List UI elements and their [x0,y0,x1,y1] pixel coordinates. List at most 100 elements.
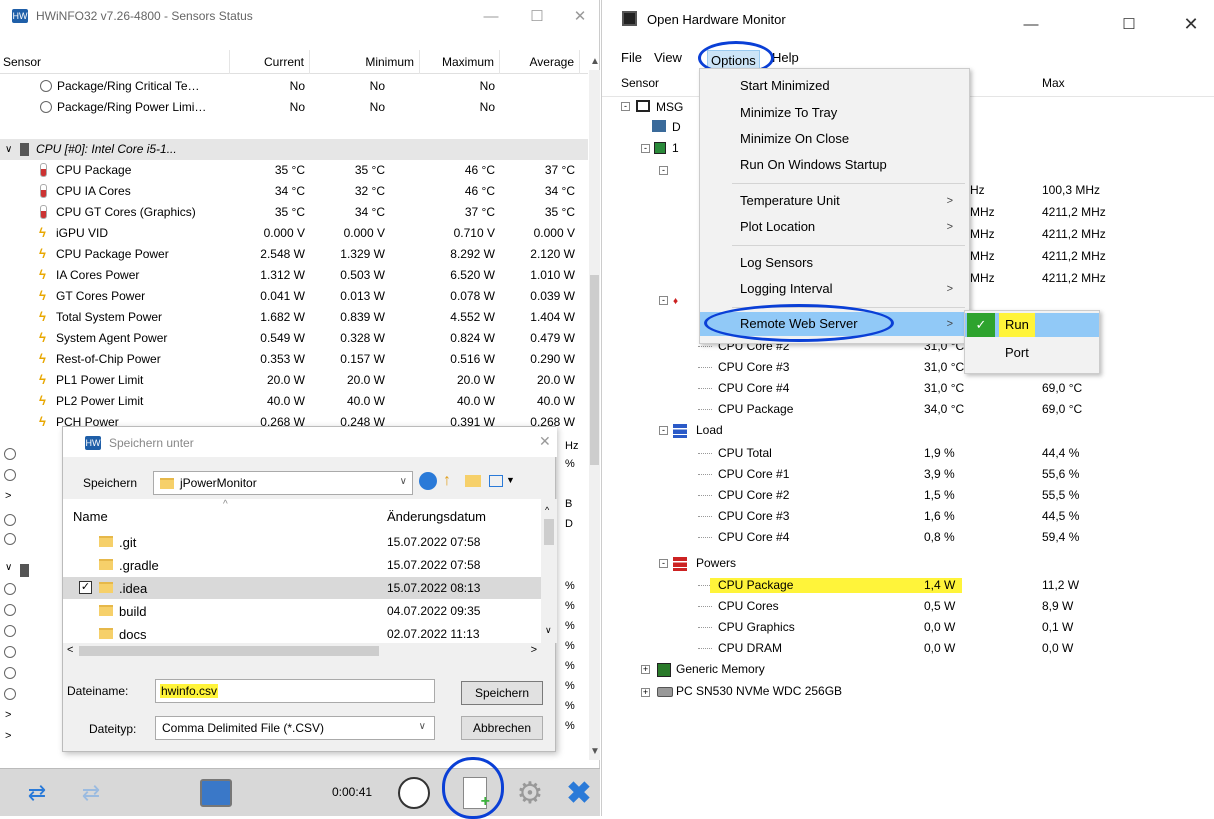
file-row[interactable]: docs 02.07.2022 11:13 [63,623,541,645]
col-header-average[interactable]: Average [500,50,580,74]
sensor-row[interactable]: ϟ iGPU VID 0.000 V 0.000 V 0.710 V 0.000 V [0,223,588,244]
ohm-col-max[interactable]: Max [1042,76,1065,90]
sensor-row[interactable]: ϟ System Agent Power 0.549 W 0.328 W 0.824 W… [0,328,588,349]
save-dialog-close-button[interactable]: ✕ [539,433,551,450]
nav-arrows-alt-button[interactable]: ⇄ [66,769,116,817]
sensor-scrollbar[interactable] [589,70,600,760]
tree-expand-icon[interactable]: - [659,296,668,305]
menu-item-start-minimized[interactable]: Start Minimized [700,74,969,98]
hwinfo-close-button[interactable]: ✕ [560,0,600,32]
menu-item-minimize-to-tray[interactable]: Minimize To Tray [700,101,969,125]
ohm-maximize-button[interactable]: ☐ [1106,8,1152,40]
close-hwinfo-button[interactable]: ✖ [558,769,600,817]
view-menu-icon[interactable] [489,475,503,487]
menu-item-temperature-unit[interactable]: Temperature Unit > [700,189,969,213]
file-list-vscroll[interactable]: ^ ∨ [541,499,557,643]
sensor-row[interactable]: ϟ Total System Power 1.682 W 0.839 W 4.552 W… [0,307,588,328]
file-list-hscroll[interactable]: < > [63,643,541,659]
col-header-minimum[interactable]: Minimum [310,50,420,74]
sensor-row[interactable]: CPU Package 35 °C 35 °C 46 °C 37 °C [0,160,588,181]
sensor-row[interactable]: ϟ Rest-of-Chip Power 0.353 W 0.157 W 0.516 W… [0,349,588,370]
ohm-col-sensor[interactable]: Sensor [621,76,659,90]
tree-node-generic-memory[interactable]: Generic Memory [676,662,765,676]
sensor-row[interactable]: CPU Total 1,9 % 44,4 % [602,443,1214,464]
sensor-row[interactable]: CPU Core #4 0,8 % 59,4 % [602,527,1214,548]
tree-expand-icon[interactable]: - [659,559,668,568]
tree-collapse-icon[interactable]: + [641,665,650,674]
col-header-current[interactable]: Current [230,50,310,74]
tree-node-ssd[interactable]: PC SN530 NVMe WDC 256GB [676,684,842,698]
tree-collapse-icon[interactable]: + [641,688,650,697]
up-folder-icon[interactable]: ↑ [443,472,451,490]
sensor-group-header[interactable]: ∨ CPU [#0]: Intel Core i5-1... [0,139,588,160]
file-row[interactable]: build 04.07.2022 09:35 [63,600,541,622]
tree-expand-icon[interactable]: - [641,144,650,153]
sensor-row[interactable]: CPU Graphics 0,0 W 0,1 W [602,617,1214,638]
sensor-scrollbar-thumb[interactable] [590,275,599,465]
menu-item-logging-interval[interactable]: Logging Interval > [700,277,969,301]
submenu-item-run[interactable]: ✓ Run [965,313,1099,337]
cancel-button[interactable]: Abbrechen [461,716,543,740]
new-folder-icon[interactable] [465,475,481,487]
view-menu-chevron-icon[interactable]: ▼ [506,475,515,485]
sensor-row[interactable]: Package/Ring Power Limi… No No No [0,97,588,118]
sensor-row[interactable]: CPU Core #2 1,5 % 55,5 % [602,485,1214,506]
sensor-row[interactable]: ϟ GT Cores Power 0.041 W 0.013 W 0.078 W 0.03… [0,286,588,307]
menu-item-minimize-on-close[interactable]: Minimize On Close [700,127,969,151]
ohm-minimize-button[interactable]: — [1008,8,1054,40]
back-nav-icon[interactable] [419,472,437,490]
sensor-row[interactable]: ϟ IA Cores Power 1.312 W 0.503 W 6.520 W 1.01… [0,265,588,286]
sensor-row[interactable]: CPU Package 34,0 °C 69,0 °C [602,399,1214,420]
sensor-row[interactable]: ϟ CPU Package Power 2.548 W 1.329 W 8.292 W 2… [0,244,588,265]
file-col-header-name[interactable]: Name [73,509,108,524]
tree-expand-icon[interactable]: - [659,426,668,435]
file-checkbox[interactable]: ✓ [79,581,92,594]
sensor-row[interactable]: CPU GT Cores (Graphics) 35 °C 34 °C 37 °C 35… [0,202,588,223]
powers-group-label[interactable]: Powers [696,556,736,570]
menu-item-plot-location[interactable]: Plot Location > [700,215,969,239]
sensor-row[interactable]: CPU Core #1 3,9 % 55,6 % [602,464,1214,485]
sensor-row[interactable]: Package/Ring Critical Te… No No No [0,76,588,97]
scroll-down-arrow[interactable]: ▼ [590,746,600,757]
save-button[interactable]: Speichern [461,681,543,705]
menu-item-log-sensors[interactable]: Log Sensors [700,251,969,275]
monitor-search-button[interactable] [190,769,242,817]
sensor-row[interactable]: CPU Core #4 31,0 °C 69,0 °C [602,378,1214,399]
scroll-up-arrow[interactable]: ▲ [590,56,600,67]
menu-file[interactable]: File [621,50,642,65]
nav-arrows-button[interactable]: ⇄ [8,769,66,817]
sensor-row[interactable]: CPU Core #3 31,0 °C [602,357,1214,378]
file-list-hscroll-thumb[interactable] [79,646,379,656]
file-row[interactable]: .gradle 15.07.2022 07:58 [63,554,541,576]
load-group-label[interactable]: Load [696,423,723,437]
col-header-sensor[interactable]: Sensor [0,50,230,74]
ohm-close-button[interactable]: ✕ [1168,8,1214,40]
clock-button[interactable] [388,769,440,817]
sensor-row[interactable]: ϟ PL1 Power Limit 20.0 W 20.0 W 20.0 W 20.0 W [0,370,588,391]
menu-help[interactable]: Help [772,50,799,65]
tree-node-d[interactable]: D [672,120,681,134]
tree-node-msg[interactable]: MSG [656,100,683,114]
file-list-vscroll-thumb[interactable] [544,519,554,545]
sensor-row[interactable]: CPU Core #3 1,6 % 44,5 % [602,506,1214,527]
sensor-row[interactable]: CPU DRAM 0,0 W 0,0 W [602,638,1214,659]
tree-expand-icon[interactable]: - [621,102,630,111]
tree-expand-icon[interactable]: - [659,166,668,175]
file-row[interactable]: ✓ .idea 15.07.2022 08:13 [63,577,541,599]
filetype-select[interactable]: Comma Delimited File (*.CSV) ∨ [155,716,435,740]
filename-input[interactable]: hwinfo.csv [155,679,435,703]
tree-node-1[interactable]: 1 [672,141,679,155]
menu-item-run-on-startup[interactable]: Run On Windows Startup [700,153,969,177]
hwinfo-maximize-button[interactable]: ☐ [514,0,560,32]
sensor-row[interactable]: ϟ PL2 Power Limit 40.0 W 40.0 W 40.0 W 40.0 W [0,391,588,412]
settings-button[interactable]: ⚙ [505,769,555,817]
hwinfo-minimize-button[interactable]: — [468,0,514,32]
col-header-maximum[interactable]: Maximum [420,50,500,74]
menu-view[interactable]: View [654,50,682,65]
sensor-row[interactable]: CPU IA Cores 34 °C 32 °C 46 °C 34 °C [0,181,588,202]
file-col-header-date[interactable]: Änderungsdatum [387,509,486,524]
sensor-row[interactable]: CPU Package 1,4 W 11,2 W [602,575,1214,596]
sensor-row[interactable]: CPU Cores 0,5 W 8,9 W [602,596,1214,617]
file-row[interactable]: .git 15.07.2022 07:58 [63,531,541,553]
submenu-item-port[interactable]: Port [965,341,1099,365]
